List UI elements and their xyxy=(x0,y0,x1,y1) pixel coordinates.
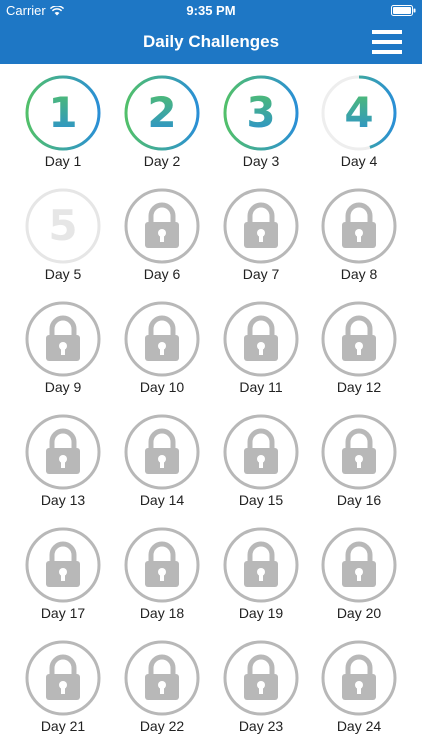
day-label: Day 6 xyxy=(143,266,181,282)
day-label: Day 18 xyxy=(139,605,185,621)
lock-icon xyxy=(124,527,200,603)
day-badge-icon: 1 xyxy=(25,75,101,151)
day-label: Day 5 xyxy=(44,266,82,282)
day-2-completed[interactable]: 2 Day 2 xyxy=(113,64,211,176)
page-title: Daily Challenges xyxy=(142,32,280,51)
day-label: Day 9 xyxy=(44,379,82,395)
day-18-locked[interactable]: Day 18 xyxy=(113,516,211,628)
day-14-locked[interactable]: Day 14 xyxy=(113,403,211,515)
day-15-locked[interactable]: Day 15 xyxy=(212,403,310,515)
day-label: Day 7 xyxy=(242,266,280,282)
day-number: 4 xyxy=(344,88,373,137)
day-label: Day 16 xyxy=(336,492,382,508)
day-label: Day 15 xyxy=(238,492,284,508)
day-11-locked[interactable]: Day 11 xyxy=(212,290,310,402)
day-16-locked[interactable]: Day 16 xyxy=(310,403,408,515)
lock-icon xyxy=(223,527,299,603)
day-21-locked[interactable]: Day 21 xyxy=(14,629,112,741)
day-label: Day 1 xyxy=(44,153,82,169)
day-label: Day 4 xyxy=(340,153,378,169)
day-9-locked[interactable]: Day 9 xyxy=(14,290,112,402)
lock-icon xyxy=(25,301,101,377)
lock-icon xyxy=(124,188,200,264)
day-20-locked[interactable]: Day 20 xyxy=(310,516,408,628)
lock-icon xyxy=(321,301,397,377)
day-label: Day 14 xyxy=(139,492,185,508)
day-label: Day 24 xyxy=(336,718,382,734)
day-number: 5 xyxy=(48,201,77,250)
day-badge-icon: 3 xyxy=(223,75,299,151)
day-label: Day 8 xyxy=(340,266,378,282)
day-badge-icon: 2 xyxy=(124,75,200,151)
day-label: Day 22 xyxy=(139,718,185,734)
day-19-locked[interactable]: Day 19 xyxy=(212,516,310,628)
menu-icon-bar xyxy=(372,50,402,54)
day-label: Day 12 xyxy=(336,379,382,395)
day-label: Day 19 xyxy=(238,605,284,621)
day-23-locked[interactable]: Day 23 xyxy=(212,629,310,741)
lock-icon xyxy=(223,301,299,377)
lock-icon xyxy=(25,527,101,603)
day-label: Day 20 xyxy=(336,605,382,621)
day-label: Day 17 xyxy=(40,605,86,621)
menu-icon-bar xyxy=(372,40,402,44)
lock-icon xyxy=(124,414,200,490)
status-bar: Carrier 9:35 PM xyxy=(0,0,422,20)
lock-icon xyxy=(321,640,397,716)
day-22-locked[interactable]: Day 22 xyxy=(113,629,211,741)
day-12-locked[interactable]: Day 12 xyxy=(310,290,408,402)
day-label: Day 10 xyxy=(139,379,185,395)
day-13-locked[interactable]: Day 13 xyxy=(14,403,112,515)
day-badge-icon: 4 xyxy=(321,75,397,151)
day-label: Day 3 xyxy=(242,153,280,169)
status-time: 9:35 PM xyxy=(186,3,236,18)
day-3-completed[interactable]: 3 Day 3 xyxy=(212,64,310,176)
day-label: Day 11 xyxy=(239,379,283,395)
lock-icon xyxy=(223,188,299,264)
day-24-locked[interactable]: Day 24 xyxy=(310,629,408,741)
day-label: Day 13 xyxy=(40,492,86,508)
lock-icon xyxy=(25,414,101,490)
day-8-locked[interactable]: Day 8 xyxy=(310,177,408,289)
day-17-locked[interactable]: Day 17 xyxy=(14,516,112,628)
day-number: 3 xyxy=(246,88,275,137)
lock-icon xyxy=(124,301,200,377)
day-label: Day 21 xyxy=(40,718,86,734)
nav-bar: Carrier 9:35 PM Daily Challenges xyxy=(0,0,422,64)
lock-icon xyxy=(321,414,397,490)
lock-icon xyxy=(124,640,200,716)
day-label: Day 23 xyxy=(238,718,284,734)
day-number: 1 xyxy=(48,88,77,137)
lock-icon xyxy=(25,640,101,716)
day-7-locked[interactable]: Day 7 xyxy=(212,177,310,289)
day-number: 2 xyxy=(147,88,176,137)
day-6-locked[interactable]: Day 6 xyxy=(113,177,211,289)
day-badge-icon: 5 xyxy=(25,188,101,264)
day-10-locked[interactable]: Day 10 xyxy=(113,290,211,402)
day-5-available[interactable]: 5 Day 5 xyxy=(14,177,112,289)
day-4-in-progress[interactable]: 4 Day 4 xyxy=(310,64,408,176)
lock-icon xyxy=(223,640,299,716)
battery-icon xyxy=(391,5,416,16)
lock-icon xyxy=(321,188,397,264)
day-label: Day 2 xyxy=(143,153,181,169)
lock-icon xyxy=(321,527,397,603)
menu-icon-bar xyxy=(372,30,402,34)
lock-icon xyxy=(223,414,299,490)
menu-button[interactable] xyxy=(372,30,402,54)
day-1-completed[interactable]: 1 Day 1 xyxy=(14,64,112,176)
